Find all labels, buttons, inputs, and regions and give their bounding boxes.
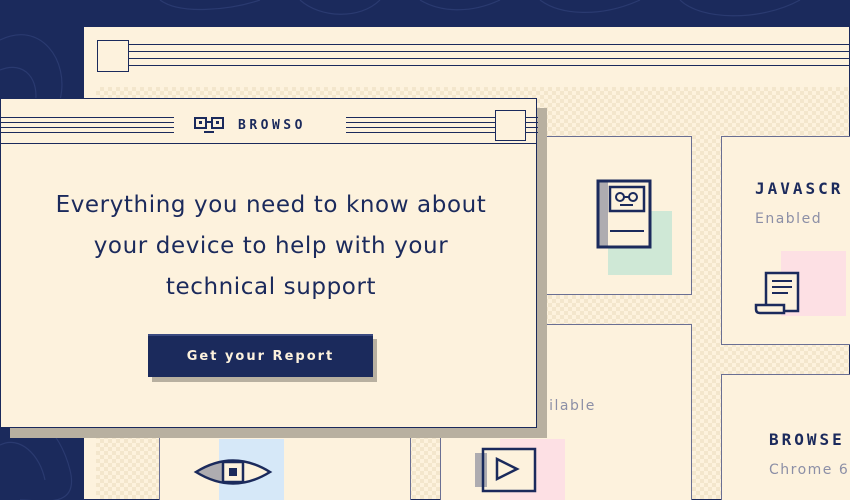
card-status: ailable bbox=[539, 398, 596, 414]
card-value: Chrome 6 bbox=[769, 462, 850, 478]
robot-book-icon bbox=[596, 179, 652, 249]
glasses-face-icon bbox=[194, 117, 224, 133]
eye-icon bbox=[193, 459, 273, 485]
back-window-titlebar bbox=[84, 27, 849, 91]
headline-line: technical support bbox=[165, 274, 377, 300]
scroll-icon bbox=[754, 271, 800, 315]
card-javascript[interactable]: JAVASCR Enabled bbox=[721, 136, 850, 345]
front-window: BROWSO Everything you need to know about… bbox=[0, 98, 538, 428]
headline-line: your device to help with your bbox=[93, 233, 449, 259]
play-tab-icon bbox=[475, 447, 537, 493]
brand-logo[interactable]: BROWSO bbox=[194, 115, 306, 135]
card-device[interactable] bbox=[522, 136, 692, 295]
headline-line: Everything you need to know about bbox=[55, 192, 487, 218]
window-control-box[interactable] bbox=[97, 40, 129, 72]
card-browser[interactable]: BROWSE Chrome 6 bbox=[721, 374, 850, 500]
card-title: JAVASCR bbox=[755, 179, 844, 198]
window-control-box[interactable] bbox=[495, 110, 526, 141]
card-title: BROWSE bbox=[769, 430, 845, 449]
get-report-button[interactable]: Get your Report bbox=[148, 334, 373, 377]
titlebar-divider bbox=[1, 143, 536, 144]
hero-headline: Everything you need to know about your d… bbox=[21, 185, 521, 308]
card-status: Enabled bbox=[755, 211, 823, 227]
titlebar-stripes bbox=[1, 117, 174, 134]
brand-name: BROWSO bbox=[238, 117, 306, 133]
titlebar-stripes bbox=[128, 44, 849, 68]
